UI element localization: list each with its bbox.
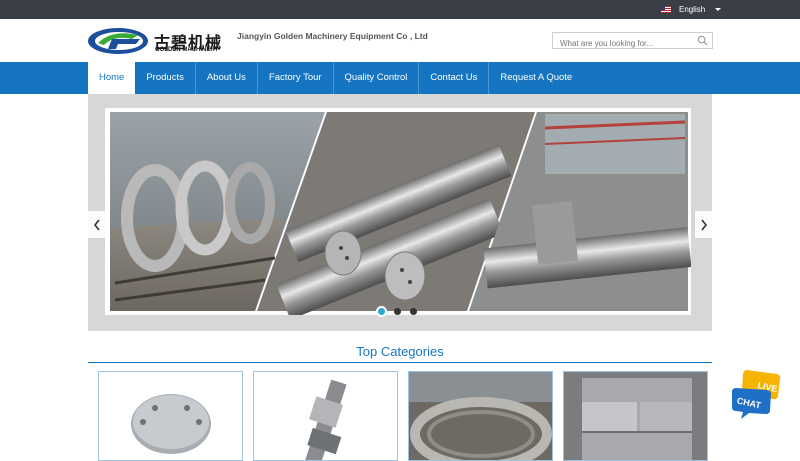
us-flag-icon <box>661 6 671 13</box>
shaft-product-image <box>254 372 397 460</box>
nav-factory-tour[interactable]: Factory Tour <box>258 62 334 94</box>
site-header: 古碧机械 GOLDEN MACHINERY Jiangyin Golden Ma… <box>0 19 800 62</box>
language-selector[interactable]: English <box>661 4 722 15</box>
slider-dot-2[interactable] <box>394 308 401 315</box>
category-card-flange[interactable] <box>98 371 243 461</box>
search-box <box>552 32 713 51</box>
category-card-shaft[interactable] <box>253 371 398 461</box>
chevron-right-icon <box>700 219 707 230</box>
ring-product-image <box>409 372 552 460</box>
category-card-block[interactable] <box>563 371 708 461</box>
main-navigation: Home Products About Us Factory Tour Qual… <box>0 62 800 94</box>
company-name: Jiangyin Golden Machinery Equipment Co ,… <box>237 31 428 41</box>
search-icon[interactable] <box>697 35 708 46</box>
search-input[interactable] <box>553 36 688 51</box>
company-logo[interactable]: 古碧机械 GOLDEN MACHINERY <box>88 27 226 55</box>
category-card-ring[interactable] <box>408 371 553 461</box>
block-product-image <box>564 372 707 460</box>
language-label: English <box>679 5 706 14</box>
nav-about-us[interactable]: About Us <box>196 62 258 94</box>
live-chat-button[interactable]: LIVE CHAT <box>731 366 783 420</box>
flange-product-image <box>99 372 242 460</box>
nav-request-a-quote[interactable]: Request A Quote <box>489 62 583 94</box>
live-chat-icon: LIVE CHAT <box>732 370 781 419</box>
top-bar: English <box>0 0 800 19</box>
slider-pagination <box>378 308 417 315</box>
section-divider <box>88 362 712 363</box>
slider-dot-3[interactable] <box>410 308 417 315</box>
hero-banner <box>88 94 712 331</box>
slider-dot-1[interactable] <box>378 308 385 315</box>
nav-products[interactable]: Products <box>135 62 196 94</box>
chevron-down-icon <box>715 8 722 11</box>
nav-quality-control[interactable]: Quality Control <box>334 62 420 94</box>
banner-photo-collage <box>110 112 691 315</box>
chevron-left-icon <box>93 219 100 230</box>
top-categories-title: Top Categories <box>356 344 444 359</box>
logo-mark-icon <box>88 28 148 54</box>
logo-english-text: GOLDEN MACHINERY <box>155 47 219 53</box>
slider-next-button[interactable] <box>695 211 712 238</box>
slider-prev-button[interactable] <box>88 211 105 238</box>
nav-contact-us[interactable]: Contact Us <box>419 62 490 94</box>
nav-home[interactable]: Home <box>88 62 136 94</box>
banner-image <box>105 108 691 315</box>
